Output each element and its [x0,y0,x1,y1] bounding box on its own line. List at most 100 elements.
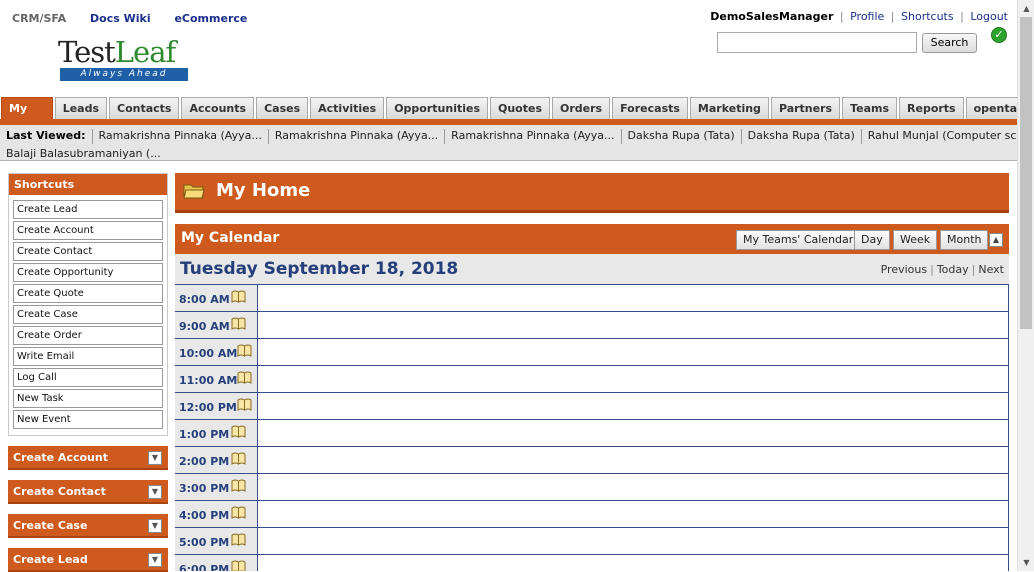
slot-body[interactable] [258,366,1009,392]
book-icon[interactable] [237,398,252,411]
testleaf-logo[interactable]: TestLeaf Always Ahead [58,36,190,84]
chevron-down-icon[interactable]: ▼ [148,451,162,465]
slot-body[interactable] [258,447,1009,473]
tab-activities[interactable]: Activities [310,97,385,119]
next-link[interactable]: Next [978,263,1004,276]
create-contact-panel[interactable]: Create Contact ▼ [8,480,168,504]
slot-time-label: 8:00 AM [179,293,230,306]
book-icon[interactable] [231,560,246,571]
shortcuts-link[interactable]: Shortcuts [901,10,954,23]
profile-link[interactable]: Profile [850,10,884,23]
tab-accounts[interactable]: Accounts [181,97,255,119]
app-link-docs-wiki[interactable]: Docs Wiki [90,12,151,25]
time-slot: 9:00 AM [175,312,1009,339]
shortcut-write-email[interactable]: Write Email [13,347,163,366]
slot-body[interactable] [258,474,1009,500]
calendar-header: My Calendar My Teams' Calendar Day Week … [175,224,1009,254]
calendar-title: My Calendar [181,230,280,246]
time-slot: 1:00 PM [175,420,1009,447]
last-viewed-item[interactable]: Daksha Rupa (Tata) [740,129,861,144]
book-icon[interactable] [231,290,246,303]
scroll-down-icon[interactable]: ▼ [1018,554,1034,571]
search-input[interactable] [717,32,917,53]
slot-body[interactable] [258,312,1009,338]
create-lead-panel[interactable]: Create Lead ▼ [8,548,168,572]
calendar-date-row: Tuesday September 18, 2018 Previous | Toda… [175,254,1009,285]
slot-body[interactable] [258,339,1009,365]
tab-orders[interactable]: Orders [552,97,611,119]
slot-body[interactable] [258,528,1009,554]
time-slot: 2:00 PM [175,447,1009,474]
shortcut-create-lead[interactable]: Create Lead [13,200,163,219]
last-viewed-item[interactable]: Ramakrishna Pinnaka (Ayya... [91,129,268,144]
tab-cases[interactable]: Cases [256,97,309,119]
create-lead-panel-label: Create Lead [13,553,88,566]
logo-text-test: Test [58,35,116,69]
book-icon[interactable] [231,452,246,465]
app-link-crm[interactable]: CRM/SFA [12,12,66,25]
book-icon[interactable] [231,533,246,546]
slot-body[interactable] [258,501,1009,527]
create-account-panel[interactable]: Create Account ▼ [8,446,168,470]
create-case-panel[interactable]: Create Case ▼ [8,514,168,538]
check-icon: ✓ [991,27,1007,43]
book-icon[interactable] [231,479,246,492]
tab-partners[interactable]: Partners [770,97,841,119]
time-slot: 4:00 PM [175,501,1009,528]
shortcut-new-event[interactable]: New Event [13,410,163,429]
shortcut-new-task[interactable]: New Task [13,389,163,408]
chevron-up-icon[interactable]: ▲ [989,233,1003,247]
week-view-button[interactable]: Week [893,230,938,250]
shortcut-create-opportunity[interactable]: Create Opportunity [13,263,163,282]
today-link[interactable]: Today [937,263,969,276]
last-viewed-item[interactable]: Balaji Balasubramaniyan (... [6,147,161,160]
tab-contacts[interactable]: Contacts [109,97,180,119]
book-icon[interactable] [237,371,252,384]
tab-opportunities[interactable]: Opportunities [386,97,488,119]
tab-reports[interactable]: Reports [899,97,964,119]
search-button[interactable]: Search [922,33,977,53]
previous-link[interactable]: Previous [881,263,928,276]
slot-time-label: 1:00 PM [179,428,230,441]
calendar-date: Tuesday September 18, 2018 [180,259,459,279]
app-link-ecommerce[interactable]: eCommerce [174,12,247,25]
book-icon[interactable] [237,344,252,357]
tab-forecasts[interactable]: Forecasts [612,97,688,119]
scroll-up-icon[interactable]: ▲ [1018,0,1034,17]
last-viewed-item[interactable]: Ramakrishna Pinnaka (Ayya... [267,129,444,144]
shortcut-log-call[interactable]: Log Call [13,368,163,387]
vertical-scrollbar[interactable]: ▲ ▼ [1017,0,1034,571]
slot-time-label: 10:00 AM [179,347,238,360]
teams-calendar-button[interactable]: My Teams' Calendar [736,230,861,250]
shortcut-create-quote[interactable]: Create Quote [13,284,163,303]
chevron-down-icon[interactable]: ▼ [148,485,162,499]
book-icon[interactable] [231,506,246,519]
last-viewed-item[interactable]: Ramakrishna Pinnaka (Ayya... [444,129,620,144]
tab-my-home[interactable]: My Home [1,97,53,136]
tab-marketing[interactable]: Marketing [689,97,769,119]
chevron-down-icon[interactable]: ▼ [148,519,162,533]
chevron-down-icon[interactable]: ▼ [148,553,162,567]
slot-body[interactable] [258,555,1009,571]
scroll-thumb[interactable] [1020,17,1032,329]
last-viewed-item[interactable]: Rahul Munjal (Computer sc... [860,129,1033,144]
month-view-button[interactable]: Month [940,230,989,250]
book-icon[interactable] [231,425,246,438]
slot-body[interactable] [258,285,1009,311]
last-viewed-item[interactable]: Daksha Rupa (Tata) [620,129,741,144]
shortcut-create-order[interactable]: Create Order [13,326,163,345]
book-icon[interactable] [231,317,246,330]
slot-body[interactable] [258,420,1009,446]
tab-leads[interactable]: Leads [54,97,108,119]
shortcut-create-case[interactable]: Create Case [13,305,163,324]
slot-time-label: 4:00 PM [179,509,230,522]
day-view-button[interactable]: Day [854,230,890,250]
slot-body[interactable] [258,393,1009,419]
logout-link[interactable]: Logout [970,10,1008,23]
shortcuts-title: Shortcuts [9,174,167,195]
shortcut-create-contact[interactable]: Create Contact [13,242,163,261]
time-slot: 3:00 PM [175,474,1009,501]
shortcut-create-account[interactable]: Create Account [13,221,163,240]
tab-quotes[interactable]: Quotes [490,97,551,119]
tab-teams[interactable]: Teams [842,97,898,119]
